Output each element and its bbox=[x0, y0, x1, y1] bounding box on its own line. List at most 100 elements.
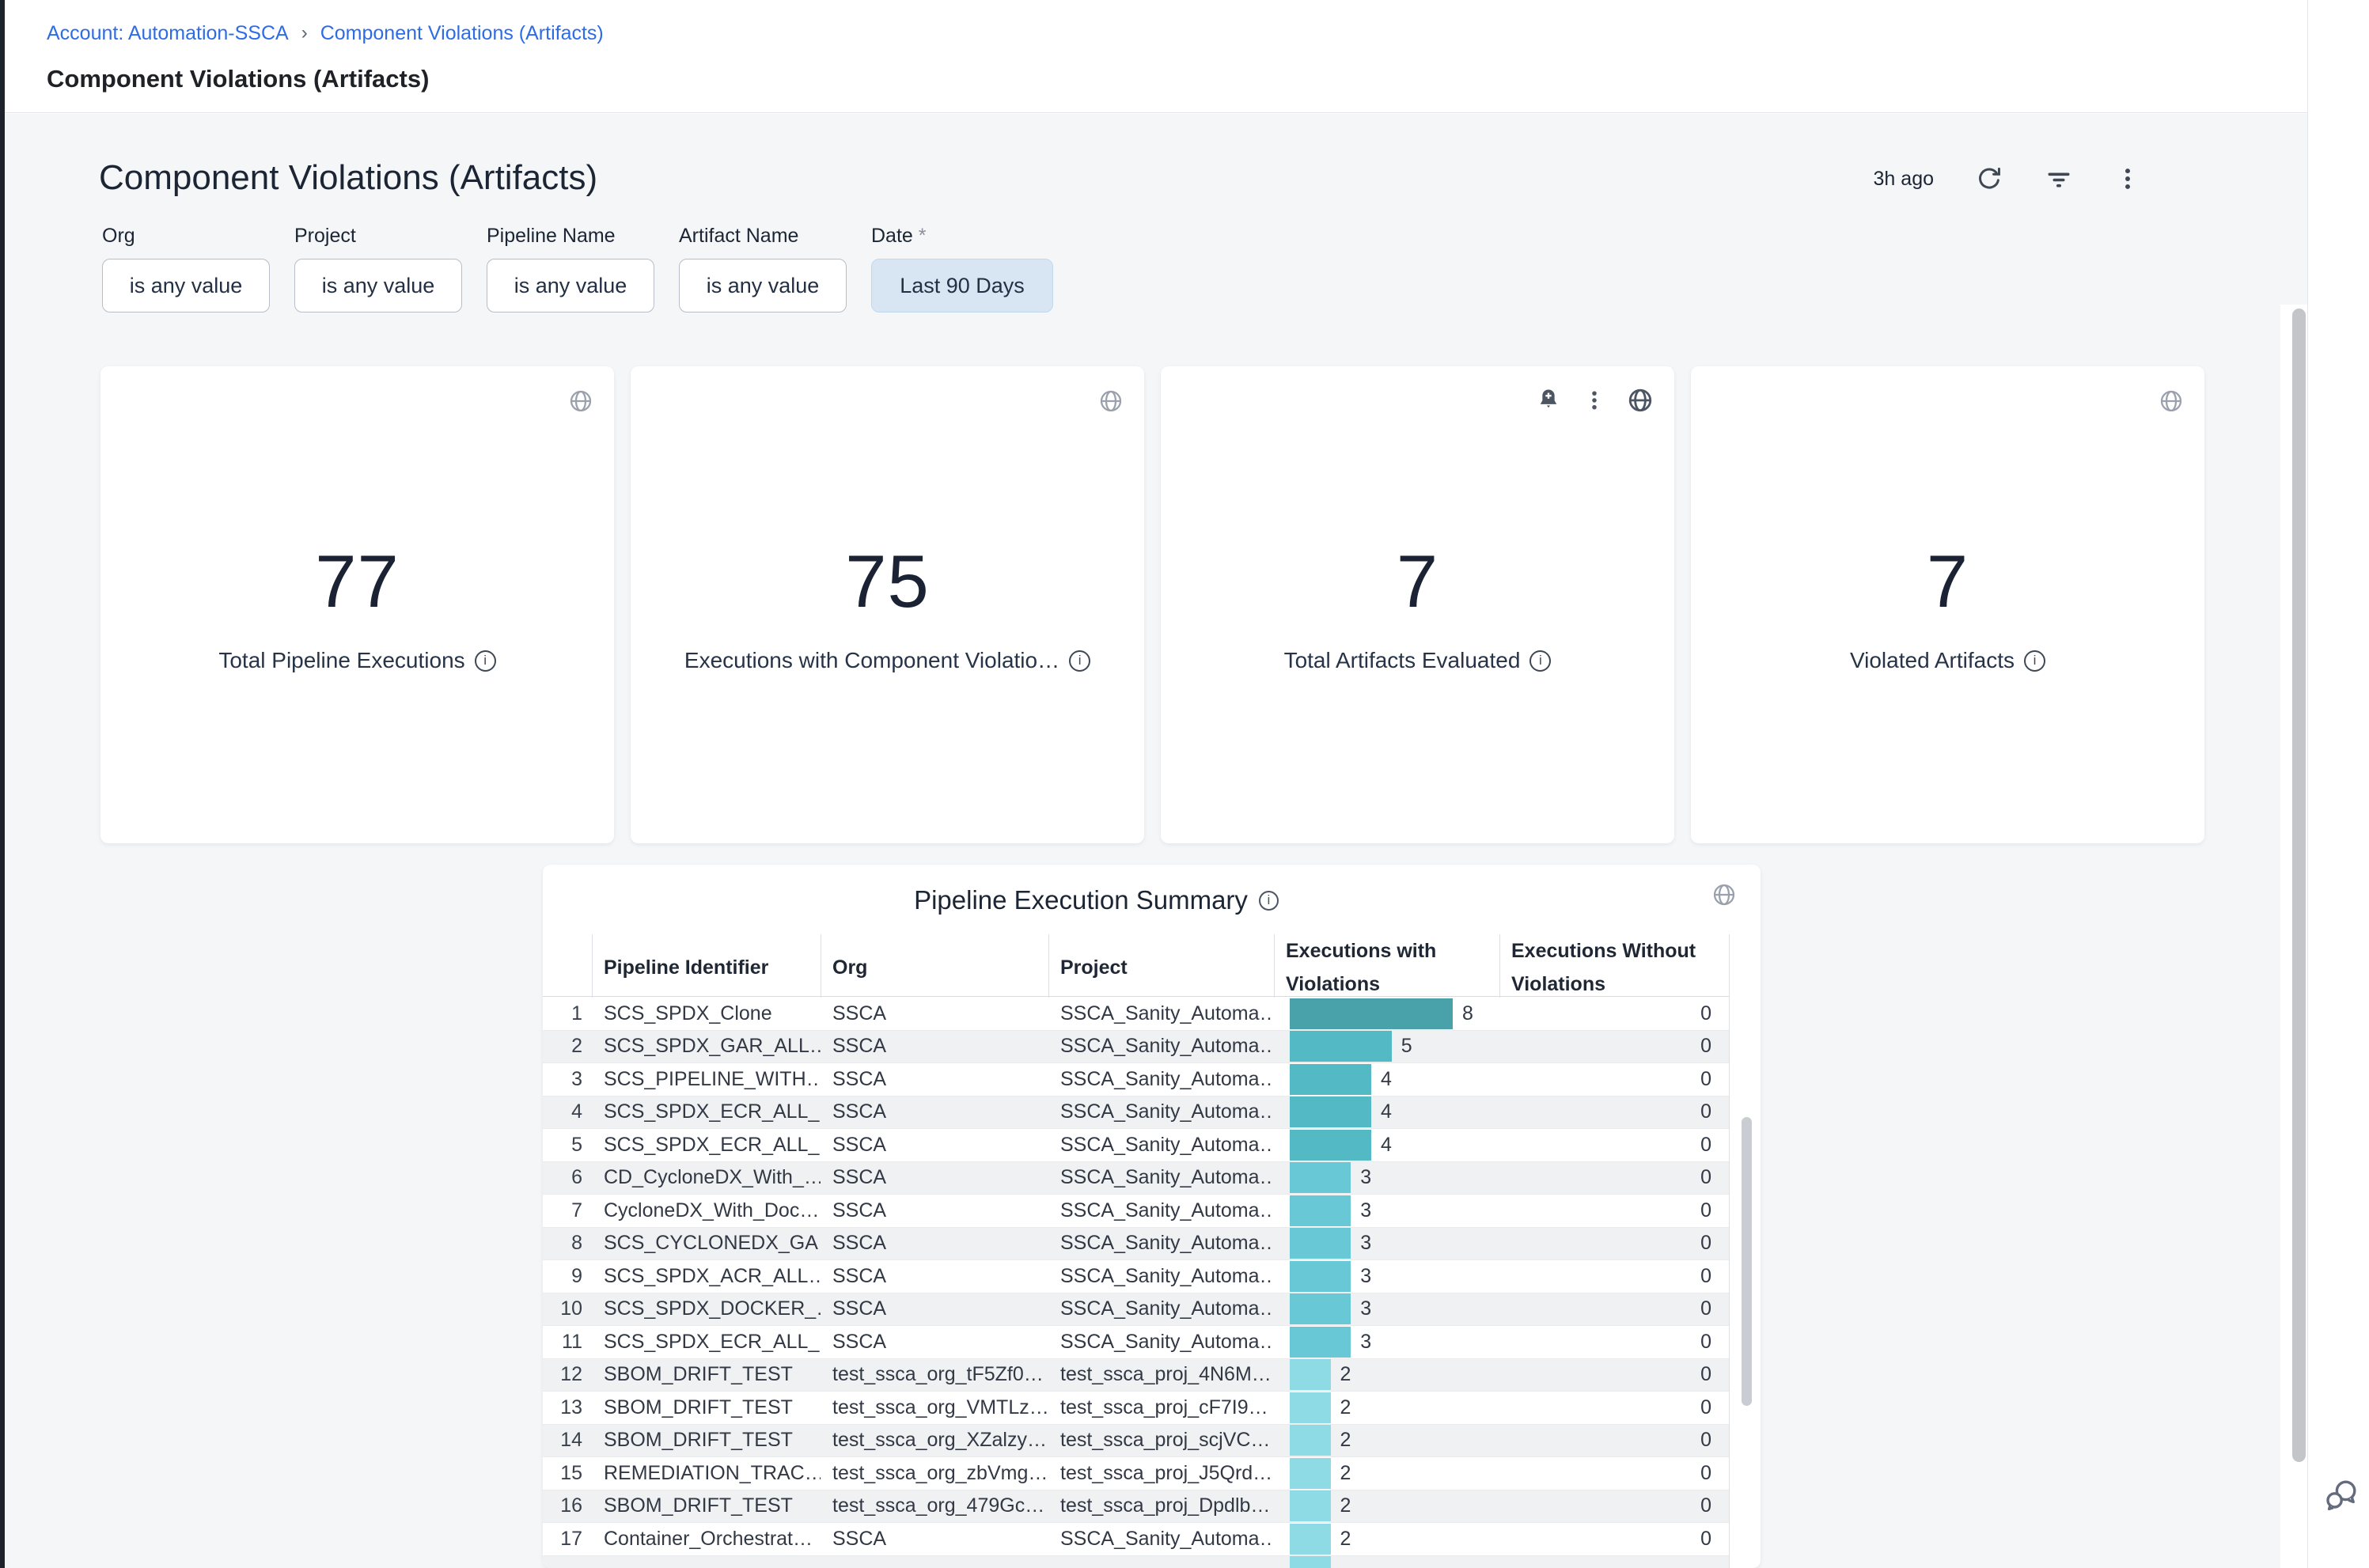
filter-pipeline-name-label: Pipeline Name bbox=[487, 225, 654, 248]
violations-bar bbox=[1290, 1228, 1351, 1259]
table-row: 3 SCS_PIPELINE_WITH… SSCA SSCA_Sanity_Au… bbox=[543, 1063, 1729, 1096]
column-header-project[interactable]: Project bbox=[1048, 952, 1274, 984]
breadcrumb-current-link[interactable]: Component Violations (Artifacts) bbox=[320, 22, 604, 45]
filter-pipeline-name-value[interactable]: is any value bbox=[487, 259, 654, 312]
column-header-executions-without-violations[interactable]: Executions Without Violations bbox=[1499, 935, 1729, 1001]
column-header-pipeline-identifier[interactable]: Pipeline Identifier bbox=[592, 952, 821, 984]
globe-icon[interactable] bbox=[1098, 388, 1124, 414]
cell-org: SSCA bbox=[821, 1528, 1048, 1551]
page-title: Component Violations (Artifacts) bbox=[47, 65, 429, 93]
table-row: 16 SBOM_DRIFT_TEST test_ssca_org_479Gc… … bbox=[543, 1490, 1729, 1524]
table-row: 8 SCS_CYCLONEDX_GA… SSCA SSCA_Sanity_Aut… bbox=[543, 1228, 1729, 1261]
column-header-org[interactable]: Org bbox=[821, 952, 1048, 984]
filter-artifact-name-value[interactable]: is any value bbox=[679, 259, 847, 312]
violations-bar bbox=[1290, 1130, 1371, 1161]
filter-icon[interactable] bbox=[2045, 165, 2073, 193]
kebab-menu-icon[interactable] bbox=[1582, 388, 1606, 412]
cell-executions-without-violations: 0 bbox=[1499, 1035, 1729, 1058]
cell-pipeline-identifier: SBOM_DRIFT_TEST bbox=[592, 1363, 821, 1386]
info-icon[interactable]: i bbox=[475, 650, 496, 672]
add-alert-icon[interactable] bbox=[1535, 387, 1562, 414]
page-scrollbar-thumb[interactable] bbox=[2292, 309, 2306, 1462]
right-gutter bbox=[2307, 0, 2369, 1568]
cell-row-number: 8 bbox=[543, 1232, 592, 1255]
globe-icon[interactable] bbox=[2159, 388, 2184, 414]
table-row: 11 SCS_SPDX_ECR_ALL_… SSCA SSCA_Sanity_A… bbox=[543, 1326, 1729, 1359]
globe-icon[interactable] bbox=[1711, 882, 1737, 907]
violations-bar-value: 8 bbox=[1462, 1002, 1473, 1025]
info-icon[interactable]: i bbox=[1259, 891, 1279, 911]
cell-executions-with-violations: 2 bbox=[1274, 1359, 1499, 1392]
card-executions-with-component-violations: 75 Executions with Component Violatio… i bbox=[631, 366, 1144, 843]
filter-date-value[interactable]: Last 90 Days bbox=[871, 259, 1053, 312]
column-header-executions-with-violations[interactable]: Executions with Violations bbox=[1274, 935, 1499, 1001]
cell-executions-without-violations: 0 bbox=[1499, 1134, 1729, 1157]
info-icon[interactable]: i bbox=[1069, 650, 1090, 672]
violations-bar-value: 4 bbox=[1381, 1100, 1392, 1123]
stat-label: Violated Artifacts bbox=[1850, 648, 2015, 673]
cell-project: SSCA_Sanity_Automa… bbox=[1048, 1166, 1274, 1189]
table-row: 13 SBOM_DRIFT_TEST test_ssca_org_VMTLz… … bbox=[543, 1392, 1729, 1425]
cell-org: SSCA bbox=[821, 1166, 1048, 1189]
stat-value: 75 bbox=[631, 539, 1144, 624]
refresh-icon[interactable] bbox=[1975, 165, 2003, 193]
cell-row-number: 10 bbox=[543, 1297, 592, 1320]
cell-executions-with-violations: 3 bbox=[1274, 1260, 1499, 1293]
cell-executions-without-violations: 0 bbox=[1499, 1232, 1729, 1255]
cell-project: SSCA_Sanity_Automa… bbox=[1048, 1035, 1274, 1058]
table-header-row: Pipeline Identifier Org Project Executio… bbox=[543, 940, 1729, 997]
violations-bar bbox=[1290, 1195, 1351, 1226]
filter-org-value[interactable]: is any value bbox=[102, 259, 270, 312]
chat-bubbles-icon[interactable] bbox=[2322, 1476, 2360, 1514]
violations-bar bbox=[1290, 1031, 1392, 1062]
violations-bar bbox=[1290, 1392, 1331, 1423]
table-row bbox=[543, 1556, 1729, 1568]
globe-icon[interactable] bbox=[568, 388, 593, 414]
stat-value: 77 bbox=[100, 539, 614, 624]
violations-bar-value: 3 bbox=[1360, 1265, 1371, 1288]
filter-project-value[interactable]: is any value bbox=[294, 259, 462, 312]
filter-bar: Org is any value Project is any value Pi… bbox=[102, 225, 1053, 312]
violations-bar bbox=[1290, 1490, 1331, 1521]
cell-executions-without-violations: 0 bbox=[1499, 1331, 1729, 1354]
cell-executions-without-violations: 0 bbox=[1499, 1528, 1729, 1551]
violations-bar-value: 2 bbox=[1340, 1429, 1351, 1452]
cell-org: SSCA bbox=[821, 1100, 1048, 1123]
table-body: 1 SCS_SPDX_Clone SSCA SSCA_Sanity_Automa… bbox=[543, 998, 1729, 1568]
table-scrollbar-thumb[interactable] bbox=[1742, 1117, 1752, 1406]
cell-pipeline-identifier: SCS_CYCLONEDX_GA… bbox=[592, 1232, 821, 1255]
breadcrumb-account-link[interactable]: Account: Automation-SSCA bbox=[47, 22, 289, 45]
cell-executions-without-violations: 0 bbox=[1499, 1297, 1729, 1320]
cell-row-number: 4 bbox=[543, 1100, 592, 1123]
info-icon[interactable]: i bbox=[1529, 650, 1551, 672]
cell-pipeline-identifier: SBOM_DRIFT_TEST bbox=[592, 1494, 821, 1517]
cell-executions-with-violations: 4 bbox=[1274, 1129, 1499, 1161]
column-divider bbox=[1729, 934, 1730, 1568]
violations-bar-value: 4 bbox=[1381, 1134, 1392, 1157]
cell-org: SSCA bbox=[821, 1331, 1048, 1354]
cell-pipeline-identifier: SCS_PIPELINE_WITH… bbox=[592, 1068, 821, 1091]
cell-org: test_ssca_org_zbVmg… bbox=[821, 1462, 1048, 1485]
card-total-pipeline-executions: 77 Total Pipeline Executions i bbox=[100, 366, 614, 843]
cell-org: test_ssca_org_VMTLz… bbox=[821, 1396, 1048, 1419]
cell-project: test_ssca_proj_4N6M… bbox=[1048, 1363, 1274, 1386]
cell-row-number: 9 bbox=[543, 1265, 592, 1288]
cell-executions-with-violations: 3 bbox=[1274, 1228, 1499, 1260]
violations-bar bbox=[1290, 1293, 1351, 1324]
violations-bar-value: 3 bbox=[1360, 1232, 1371, 1255]
filter-date-label: Date * bbox=[871, 225, 1053, 248]
cell-row-number: 17 bbox=[543, 1528, 592, 1551]
cell-project: SSCA_Sanity_Automa… bbox=[1048, 1100, 1274, 1123]
cell-pipeline-identifier: SCS_SPDX_ECR_ALL_… bbox=[592, 1100, 821, 1123]
cell-project: test_ssca_proj_J5Qrd… bbox=[1048, 1462, 1274, 1485]
info-icon[interactable]: i bbox=[2024, 650, 2045, 672]
cell-project: SSCA_Sanity_Automa… bbox=[1048, 1528, 1274, 1551]
table-row: 5 SCS_SPDX_ECR_ALL_… SSCA SSCA_Sanity_Au… bbox=[543, 1129, 1729, 1162]
cell-executions-with-violations: 2 bbox=[1274, 1457, 1499, 1490]
table-row: 6 CD_CycloneDX_With_… SSCA SSCA_Sanity_A… bbox=[543, 1162, 1729, 1195]
cell-project: SSCA_Sanity_Automa… bbox=[1048, 1265, 1274, 1288]
table-row: 15 REMEDIATION_TRAC… test_ssca_org_zbVmg… bbox=[543, 1457, 1729, 1490]
kebab-menu-icon[interactable] bbox=[2114, 165, 2141, 192]
globe-icon[interactable] bbox=[1627, 387, 1654, 414]
cell-org: SSCA bbox=[821, 1068, 1048, 1091]
